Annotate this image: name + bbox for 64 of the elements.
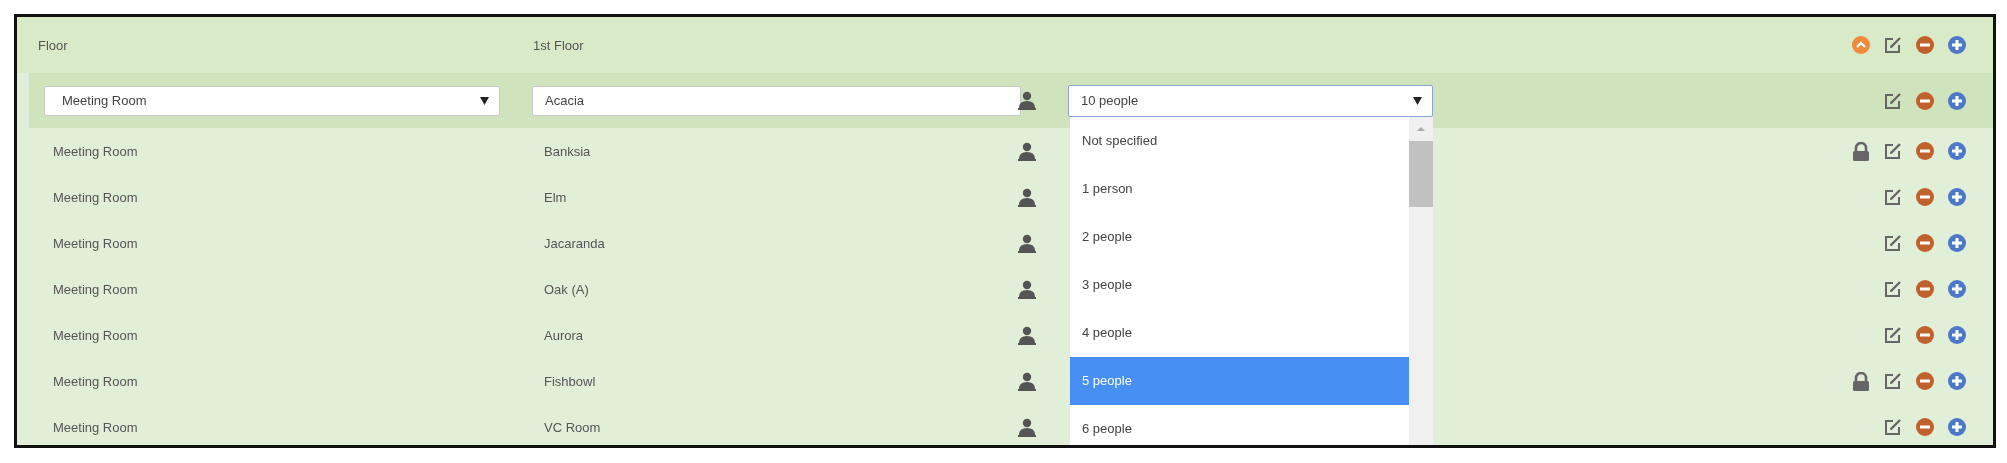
edit-icon[interactable] (1884, 280, 1902, 298)
room-name: Jacaranda (543, 235, 606, 251)
add-icon[interactable] (1948, 142, 1966, 160)
remove-icon[interactable] (1916, 326, 1934, 344)
remove-icon[interactable] (1916, 36, 1934, 54)
edit-icon[interactable] (1884, 142, 1902, 160)
edit-icon[interactable] (1884, 326, 1902, 344)
room-type: Meeting Room (52, 373, 139, 389)
edit-icon[interactable] (1884, 91, 1902, 110)
add-icon[interactable] (1948, 91, 1966, 110)
edit-icon[interactable] (1884, 418, 1902, 436)
room-type: Meeting Room (52, 235, 139, 251)
add-icon[interactable] (1948, 372, 1966, 390)
person-icon (1018, 417, 1036, 437)
remove-icon[interactable] (1916, 188, 1934, 206)
room-type: Meeting Room (52, 143, 139, 159)
add-icon[interactable] (1948, 234, 1966, 252)
room-name: Elm (543, 189, 568, 205)
dropdown-option[interactable]: 3 people (1070, 260, 1409, 309)
remove-icon[interactable] (1916, 372, 1934, 390)
floor-name: 1st Floor (533, 37, 584, 53)
remove-icon[interactable] (1916, 280, 1934, 298)
add-icon[interactable] (1948, 418, 1966, 436)
remove-icon[interactable] (1916, 234, 1934, 252)
edit-icon[interactable] (1884, 372, 1902, 390)
room-type: Meeting Room (52, 327, 139, 343)
dropdown-option[interactable]: Not specified (1070, 116, 1409, 165)
add-icon[interactable] (1948, 326, 1966, 344)
person-icon (1018, 91, 1036, 110)
person-icon (1018, 141, 1036, 161)
scrollbar[interactable] (1409, 116, 1433, 445)
person-icon (1018, 371, 1036, 391)
room-type: Meeting Room (52, 281, 139, 297)
edit-icon[interactable] (1884, 188, 1902, 206)
collapse-icon[interactable] (1852, 36, 1870, 54)
remove-icon[interactable] (1916, 91, 1934, 110)
floor-label: Floor (38, 37, 68, 53)
room-type: Meeting Room (52, 419, 139, 435)
room-name-field[interactable]: Acacia (532, 85, 1021, 116)
add-icon[interactable] (1948, 188, 1966, 206)
remove-icon[interactable] (1916, 418, 1934, 436)
person-icon (1018, 325, 1036, 345)
dropdown-option[interactable]: 6 people (1070, 404, 1409, 445)
edit-icon[interactable] (1884, 234, 1902, 252)
room-name: Aurora (543, 327, 585, 343)
remove-icon[interactable] (1916, 142, 1934, 160)
capacity-select[interactable]: 10 people (1068, 84, 1433, 117)
add-icon[interactable] (1948, 280, 1966, 298)
person-icon (1018, 187, 1036, 207)
dropdown-option[interactable]: 4 people (1070, 308, 1409, 357)
person-icon (1018, 279, 1036, 299)
add-icon[interactable] (1948, 36, 1966, 54)
room-type: Meeting Room (52, 189, 139, 205)
person-icon (1018, 233, 1036, 253)
room-name: VC Room (543, 419, 602, 435)
dropdown-option[interactable]: 2 people (1070, 212, 1409, 261)
room-name: Fishbowl (543, 373, 597, 389)
caret-icon (1413, 96, 1422, 105)
room-type-select[interactable]: Meeting Room (44, 85, 500, 116)
edit-icon[interactable] (1884, 36, 1902, 54)
room-name: Banksia (543, 143, 592, 159)
room-name: Oak (A) (543, 281, 590, 297)
dropdown-option[interactable]: 1 person (1070, 164, 1409, 213)
caret-icon (480, 96, 489, 105)
